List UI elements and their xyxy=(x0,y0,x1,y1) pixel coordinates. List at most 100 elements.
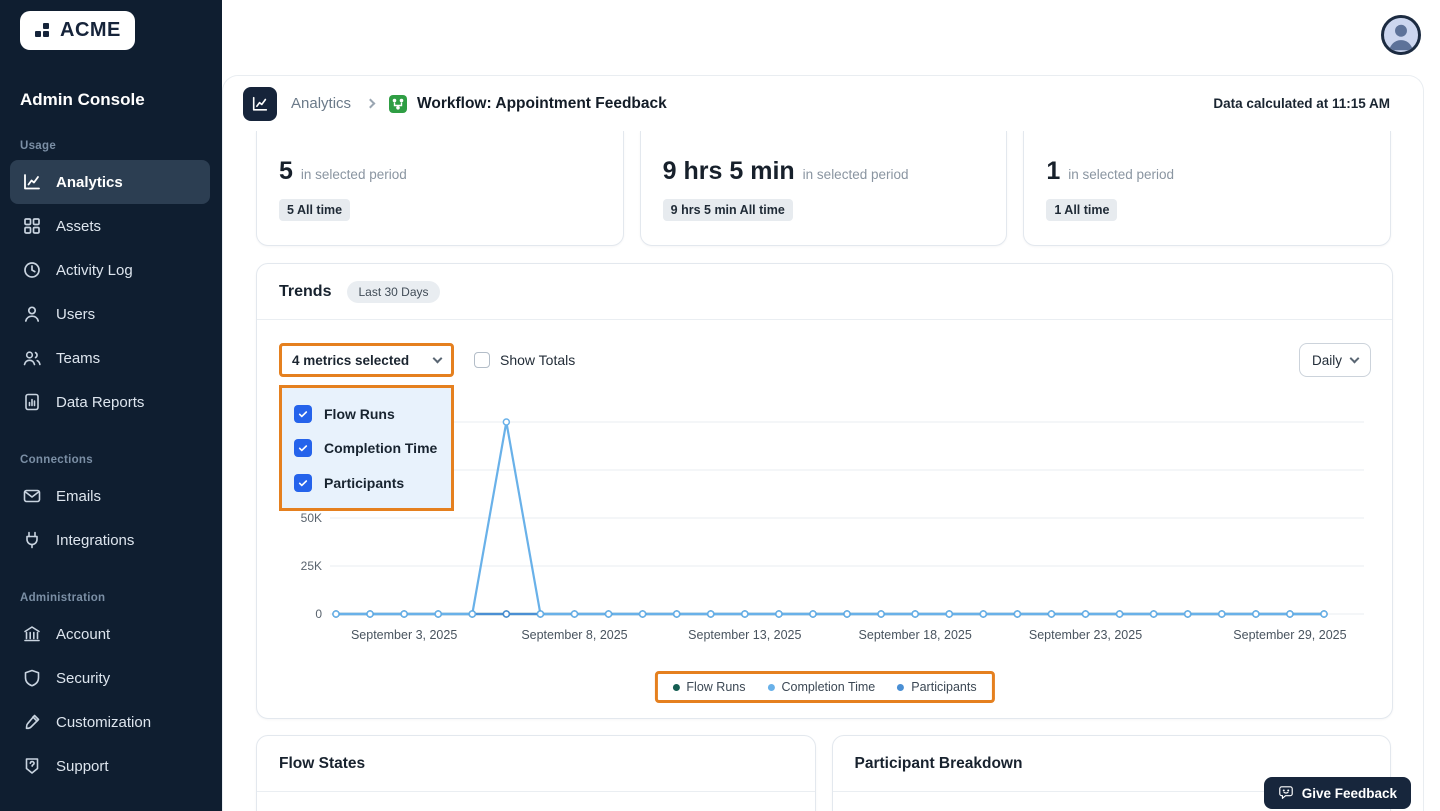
sidebar-item-label: Activity Log xyxy=(56,261,133,279)
section-label-usage: Usage xyxy=(20,140,57,152)
metrics-select-label: 4 metrics selected xyxy=(292,352,410,368)
metrics-select-dropdown[interactable]: 4 metrics selected xyxy=(279,343,454,377)
analytics-icon xyxy=(22,172,42,192)
stat-period-label: in selected period xyxy=(802,167,909,182)
stat-value: 5 xyxy=(279,157,293,185)
teams-icon xyxy=(22,348,42,368)
acme-logo-icon xyxy=(32,21,52,41)
sidebar-item-customization[interactable]: Customization xyxy=(10,700,210,744)
metric-option-participants[interactable]: Participants xyxy=(282,473,451,492)
stat-cards-row: 5 in selected period 5 All time 9 hrs 5 … xyxy=(256,131,1392,246)
give-feedback-button[interactable]: Give Feedback xyxy=(1263,777,1411,809)
all-time-badge: 5 All time xyxy=(279,199,351,221)
all-time-badge: 9 hrs 5 min All time xyxy=(662,199,793,221)
svg-text:September 13, 2025: September 13, 2025 xyxy=(688,628,801,642)
sidebar-item-label: Security xyxy=(56,669,111,687)
sidebar-item-label: Customization xyxy=(56,713,152,731)
svg-text:0: 0 xyxy=(315,607,322,621)
sidebar-item-label: Integrations xyxy=(56,531,135,549)
sidebar-item-assets[interactable]: Assets xyxy=(10,204,210,248)
legend-label: Flow Runs xyxy=(686,680,746,694)
metric-option-label: Flow Runs xyxy=(324,405,395,422)
svg-text:September 8, 2025: September 8, 2025 xyxy=(521,628,627,642)
sidebar-item-label: Analytics xyxy=(56,173,123,191)
activity-log-icon xyxy=(22,260,42,280)
bottom-cards-row: Flow States Participant Breakdown xyxy=(256,735,1391,811)
stat-card-completion-time: 9 hrs 5 min in selected period 9 hrs 5 m… xyxy=(639,131,1008,246)
users-icon xyxy=(22,304,42,324)
sidebar-item-users[interactable]: Users xyxy=(10,292,210,336)
svg-text:25K: 25K xyxy=(301,559,322,573)
sidebar-item-activity-log[interactable]: Activity Log xyxy=(10,248,210,292)
period-badge: Last 30 Days xyxy=(347,280,440,303)
metric-option-label: Participants xyxy=(324,474,405,491)
chevron-down-icon xyxy=(432,353,443,364)
analytics-header-icon xyxy=(243,86,277,121)
sidebar-item-emails[interactable]: Emails xyxy=(10,474,210,518)
topbar xyxy=(222,0,1440,75)
show-totals-control: Show Totals xyxy=(474,343,575,377)
account-icon xyxy=(22,624,42,644)
logo-text: ACME xyxy=(60,19,121,41)
legend-label: Completion Time xyxy=(781,680,876,694)
avatar[interactable] xyxy=(1381,15,1421,55)
show-totals-label: Show Totals xyxy=(500,352,576,368)
section-label-administration: Administration xyxy=(20,592,106,604)
sidebar-item-support[interactable]: Support xyxy=(10,744,210,788)
trends-card: Trends Last 30 Days 4 metrics selected S… xyxy=(256,263,1393,719)
svg-text:50K: 50K xyxy=(301,511,322,525)
checkbox-checked-icon[interactable] xyxy=(294,473,312,492)
user-icon xyxy=(1389,24,1413,51)
breadcrumb-analytics-link[interactable]: Analytics xyxy=(291,95,351,112)
svg-text:September 23, 2025: September 23, 2025 xyxy=(1029,628,1142,642)
metrics-dropdown-menu: Flow Runs Completion Time Participants xyxy=(279,385,454,511)
svg-text:September 3, 2025: September 3, 2025 xyxy=(351,628,457,642)
sidebar: ACME Admin Console Usage Analytics Asset… xyxy=(0,0,222,811)
granularity-value: Daily xyxy=(1311,352,1342,368)
legend-item-flow-runs[interactable]: Flow Runs xyxy=(672,680,745,694)
chevron-down-icon xyxy=(1349,353,1360,364)
sidebar-item-data-reports[interactable]: Data Reports xyxy=(10,380,210,424)
stat-value: 9 hrs 5 min xyxy=(662,157,795,185)
data-calculated-note: Data calculated at 11:15 AM xyxy=(1213,96,1390,111)
sidebar-item-account[interactable]: Account xyxy=(10,612,210,656)
stat-value: 1 xyxy=(1046,157,1061,185)
flow-states-card: Flow States xyxy=(256,735,816,811)
security-icon xyxy=(22,668,42,688)
support-icon xyxy=(22,756,42,776)
checkbox-checked-icon[interactable] xyxy=(294,439,312,457)
sidebar-item-label: Emails xyxy=(56,487,102,505)
trends-card-header: Trends Last 30 Days xyxy=(257,264,1392,320)
metric-option-completion-time[interactable]: Completion Time xyxy=(282,439,451,457)
sidebar-item-security[interactable]: Security xyxy=(10,656,210,700)
legend-item-completion-time[interactable]: Completion Time xyxy=(767,680,875,694)
stat-card-flow-runs: 5 in selected period 5 All time xyxy=(256,131,624,246)
data-reports-icon xyxy=(22,392,42,412)
acme-logo[interactable]: ACME xyxy=(20,11,135,50)
granularity-dropdown[interactable]: Daily xyxy=(1299,343,1371,377)
sidebar-item-integrations[interactable]: Integrations xyxy=(10,518,210,562)
stat-period-label: in selected period xyxy=(300,167,407,182)
sidebar-item-analytics[interactable]: Analytics xyxy=(10,160,210,204)
sidebar-item-teams[interactable]: Teams xyxy=(10,336,210,380)
console-title: Admin Console xyxy=(20,90,145,109)
breadcrumb: Analytics Workflow: Appointment Feedback… xyxy=(223,76,1423,131)
feedback-label: Give Feedback xyxy=(1301,785,1397,801)
email-icon xyxy=(22,486,42,506)
show-totals-checkbox[interactable] xyxy=(474,352,490,368)
metric-option-flow-runs[interactable]: Flow Runs xyxy=(282,404,451,423)
assets-icon xyxy=(22,216,42,236)
main-panel: Analytics Workflow: Appointment Feedback… xyxy=(222,75,1424,811)
chevron-right-icon xyxy=(365,98,376,109)
legend-label: Participants xyxy=(911,680,977,694)
chart-legend: Flow Runs Completion Time Participants xyxy=(654,671,995,703)
legend-item-participants[interactable]: Participants xyxy=(897,680,977,694)
integrations-icon xyxy=(22,530,42,550)
workflow-icon xyxy=(388,94,408,114)
trends-title: Trends xyxy=(279,282,332,300)
all-time-badge: 1 All time xyxy=(1046,199,1118,221)
sidebar-item-label: Support xyxy=(56,757,109,775)
legend-dot xyxy=(767,683,775,691)
checkbox-checked-icon[interactable] xyxy=(294,404,312,423)
sidebar-item-label: Account xyxy=(56,625,111,643)
